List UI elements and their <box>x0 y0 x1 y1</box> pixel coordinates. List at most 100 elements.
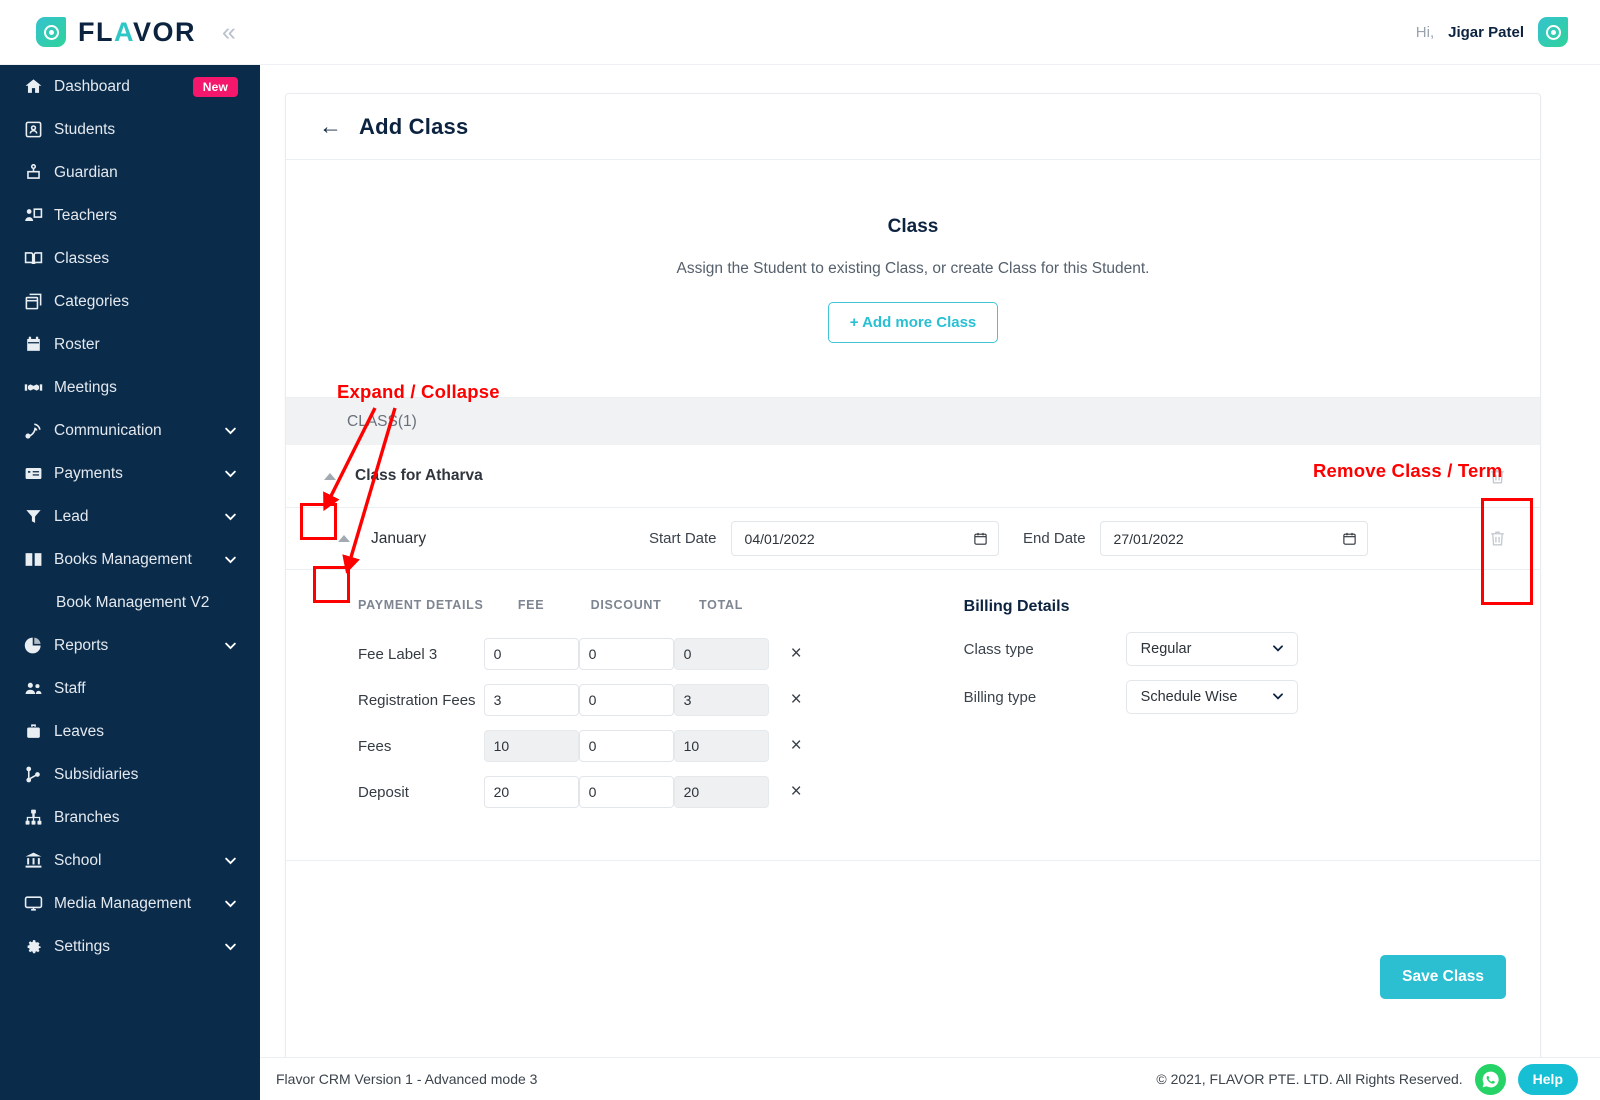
billing-type-value: Schedule Wise <box>1140 689 1238 705</box>
sidebar-item-leaves[interactable]: Leaves <box>0 710 260 753</box>
fee-input[interactable] <box>483 776 579 808</box>
sidebar-label: Classes <box>54 249 110 267</box>
sidebar-item-subsidiaries[interactable]: Subsidiaries <box>0 753 260 796</box>
sidebar-item-media-management[interactable]: Media Management <box>0 882 260 925</box>
end-date-label: End Date <box>1023 530 1086 547</box>
billing-type-label: Billing type <box>963 688 1037 706</box>
chevron-down-icon[interactable] <box>223 466 238 481</box>
class-intro: Class Assign the Student to existing Cla… <box>286 160 1540 343</box>
whatsapp-icon[interactable] <box>1474 1063 1506 1095</box>
greeting-prefix: Hi, <box>1415 23 1435 41</box>
remove-payment-row-button[interactable]: × <box>769 643 802 664</box>
discount-input[interactable] <box>578 730 674 762</box>
term-row[interactable]: January Start Date 04/01/2022 End Date 2… <box>286 508 1540 570</box>
remove-term-button[interactable] <box>1488 529 1507 548</box>
chevron-down-icon[interactable] <box>223 423 238 438</box>
class-type-label: Class type <box>963 640 1034 658</box>
brand-word-part1: FL <box>78 16 114 47</box>
remove-payment-row-button[interactable]: × <box>769 735 802 756</box>
sidebar-item-guardian[interactable]: Guardian <box>0 151 260 194</box>
save-class-button[interactable]: Save Class <box>1380 955 1506 999</box>
discount-input[interactable] <box>578 684 674 716</box>
user-name: Jigar Patel <box>1448 23 1524 41</box>
sidebar-item-lead[interactable]: Lead <box>0 495 260 538</box>
sidebar-item-meetings[interactable]: Meetings <box>0 366 260 409</box>
billing-type-select[interactable]: Schedule Wise <box>1125 680 1298 714</box>
sidebar-label: Reports <box>54 636 109 654</box>
chevron-down-icon[interactable] <box>223 853 238 868</box>
pie-chart-icon <box>24 636 54 655</box>
card-header: ← Add Class <box>286 94 1540 160</box>
brand-word-part2: VOR <box>133 16 197 47</box>
billing-type-row: Billing type Schedule Wise <box>964 680 1298 714</box>
start-date-input[interactable]: 04/01/2022 <box>730 521 999 556</box>
remove-payment-row-button[interactable]: × <box>769 781 802 802</box>
total-input <box>673 776 769 808</box>
sidebar-item-roster[interactable]: Roster <box>0 323 260 366</box>
book-icon <box>24 550 54 569</box>
discount-input[interactable] <box>578 776 674 808</box>
sidebar-item-settings[interactable]: Settings <box>0 925 260 968</box>
sidebar-collapse-icon[interactable]: « <box>222 19 236 45</box>
chevron-down-icon[interactable] <box>223 896 238 911</box>
flavor-logo-icon <box>36 17 66 47</box>
end-date-input[interactable]: 27/01/2022 <box>1099 521 1368 556</box>
term-detail-panel: PAYMENT DETAILS FEE DISCOUNT TOTAL Fee L… <box>286 570 1540 861</box>
sidebar-label: Settings <box>54 937 111 955</box>
sidebar-item-book-management-v2[interactable]: Book Management V2 <box>0 581 260 624</box>
payment-card-icon <box>24 464 54 483</box>
sidebar-item-communication[interactable]: Communication <box>0 409 260 452</box>
class-type-select[interactable]: Regular <box>1125 632 1298 666</box>
sidebar-label: Subsidiaries <box>54 765 139 783</box>
sidebar-label: Staff <box>54 679 86 697</box>
funnel-icon <box>24 507 54 526</box>
sidebar-item-reports[interactable]: Reports <box>0 624 260 667</box>
sidebar-item-students[interactable]: Students <box>0 108 260 151</box>
chevron-down-icon[interactable] <box>223 939 238 954</box>
back-arrow-icon[interactable]: ← <box>319 115 342 138</box>
remove-payment-row-button[interactable]: × <box>769 689 802 710</box>
term-expand-collapse-button[interactable] <box>331 526 357 552</box>
chevron-down-icon[interactable] <box>223 638 238 653</box>
main-content: ← Add Class Class Assign the Student to … <box>260 65 1600 1100</box>
fee-input[interactable] <box>483 638 579 670</box>
page-title: Add Class <box>359 113 469 139</box>
payment-row-label: Deposit <box>358 783 409 801</box>
class-expand-collapse-button[interactable] <box>317 463 343 489</box>
sidebar-item-books-management[interactable]: Books Management <box>0 538 260 581</box>
top-bar: FLAVOR « Hi, Jigar Patel <box>0 0 1600 65</box>
sidebar-item-dashboard[interactable]: Dashboard New <box>0 65 260 108</box>
sidebar-item-classes[interactable]: Classes <box>0 237 260 280</box>
class-row[interactable]: Class for Atharva <box>286 445 1540 508</box>
help-button[interactable]: Help <box>1517 1063 1578 1095</box>
sitemap-icon <box>24 765 54 784</box>
sidebar-item-branches[interactable]: Branches <box>0 796 260 839</box>
brand-logo[interactable]: FLAVOR « <box>0 17 236 48</box>
calendar-icon[interactable] <box>973 531 988 546</box>
sidebar-item-categories[interactable]: Categories <box>0 280 260 323</box>
calendar-icon[interactable] <box>1342 531 1357 546</box>
sidebar-item-payments[interactable]: Payments <box>0 452 260 495</box>
sidebar-label: Books Management <box>54 550 192 568</box>
boxes-icon <box>24 292 54 311</box>
avatar[interactable] <box>1538 17 1568 47</box>
remove-class-button[interactable] <box>1488 467 1507 486</box>
class-type-row: Class type Regular <box>964 632 1298 666</box>
fee-input[interactable] <box>483 684 579 716</box>
billing-details-heading: Billing Details <box>963 598 1070 615</box>
add-more-class-button[interactable]: + Add more Class <box>827 302 999 343</box>
chevron-down-icon[interactable] <box>223 509 238 524</box>
discount-input[interactable] <box>578 638 674 670</box>
sidebar-label: Lead <box>54 507 89 525</box>
sidebar-item-school[interactable]: School <box>0 839 260 882</box>
sidebar-item-staff[interactable]: Staff <box>0 667 260 710</box>
sidebar-label: Teachers <box>54 206 117 224</box>
sidebar-label: Roster <box>54 335 100 353</box>
start-date-group: Start Date 04/01/2022 <box>649 521 999 556</box>
sidebar-item-teachers[interactable]: Teachers <box>0 194 260 237</box>
payment-details-section: PAYMENT DETAILS FEE DISCOUNT TOTAL Fee L… <box>286 598 802 822</box>
sidebar-label: Meetings <box>54 378 117 396</box>
chevron-down-icon[interactable] <box>223 552 238 567</box>
footer: Flavor CRM Version 1 - Advanced mode 3 ©… <box>260 1057 1600 1100</box>
col-fee: FEE <box>517 598 545 612</box>
